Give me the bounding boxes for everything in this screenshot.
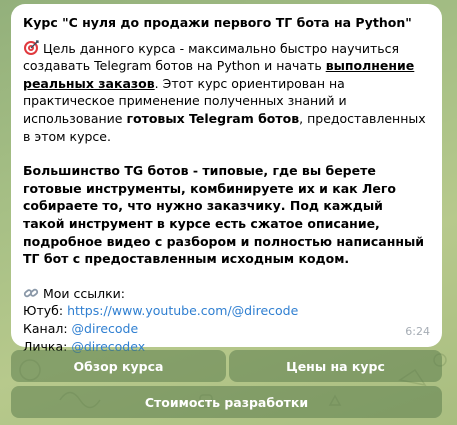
development-cost-button[interactable]: Стоимость разработки [11,386,442,418]
channel-link[interactable]: @direcode [72,321,139,336]
goal-bold-text: готовых Telegram ботов [126,110,300,126]
message-bubble: Курс "С нуля до продажи первого ТГ бота … [11,4,442,354]
course-prices-button[interactable]: Цены на курс [229,350,442,382]
message-paragraph-goal: Цель данного курса - максимально быстро … [23,39,428,146]
links-heading: Мои ссылки: [23,285,428,303]
message-paragraph-bots: Большинство TG ботов - типовые, где вы б… [23,162,428,268]
youtube-line: Ютуб: https://www.youtube.com/@direcode [23,302,428,320]
youtube-label: Ютуб: [23,303,68,319]
message-title: Курс "С нуля до продажи первого ТГ бота … [23,15,412,30]
bots-description-text: Большинство TG ботов - типовые, где вы б… [23,163,425,267]
message-timestamp: 6:24 [405,325,430,339]
channel-label: Канал: [23,320,72,336]
channel-line: Канал: @direcode [23,320,428,338]
link-chain-icon [23,288,39,297]
youtube-link[interactable]: https://www.youtube.com/@direcode [67,303,298,318]
dart-target-icon [24,39,39,55]
course-overview-button[interactable]: Обзор курса [11,350,226,382]
links-heading-text: Мои ссылки: [43,285,126,301]
